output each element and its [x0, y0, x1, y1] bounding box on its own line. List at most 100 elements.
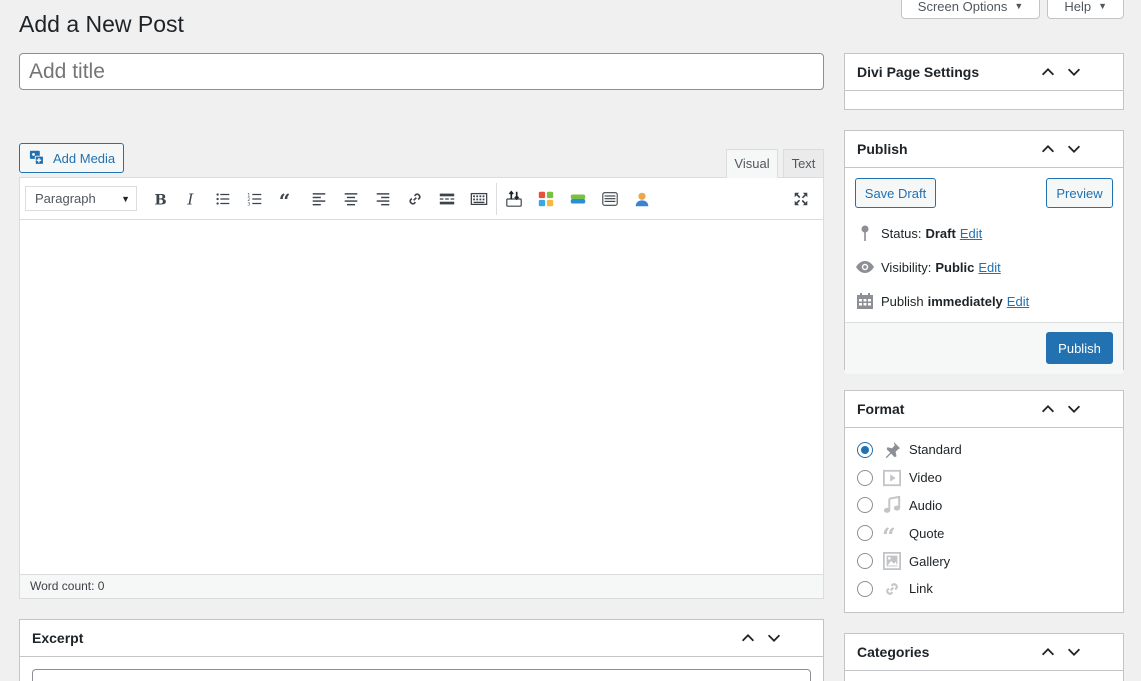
format-label: Standard — [909, 442, 962, 458]
chevron-up-icon[interactable] — [1039, 140, 1057, 158]
chevron-down-icon[interactable] — [1065, 400, 1083, 418]
radio-audio[interactable] — [857, 497, 873, 514]
chevron-up-icon[interactable] — [1039, 643, 1057, 661]
box-controls — [1039, 140, 1083, 158]
screen-meta: Screen Options ▼ Help ▼ — [900, 0, 1124, 19]
divi-page-settings-box: Divi Page Settings — [844, 53, 1124, 110]
excerpt-header[interactable]: Excerpt — [20, 620, 823, 657]
gallery-icon — [882, 551, 902, 571]
schedule-label: Publish — [881, 293, 924, 309]
format-option-gallery[interactable]: Gallery — [857, 547, 1111, 575]
calendar-icon — [855, 291, 875, 311]
tab-visual[interactable]: Visual — [726, 149, 778, 178]
categories-box: Categories — [844, 633, 1124, 681]
format-label: Audio — [909, 497, 943, 513]
categories-header[interactable]: Categories — [845, 634, 1123, 671]
radio-quote[interactable] — [857, 525, 873, 542]
editor-content-area[interactable] — [20, 220, 823, 576]
numbered-list-button[interactable]: 123 — [239, 184, 271, 214]
caret-down-icon: ▼ — [1098, 1, 1107, 11]
edit-visibility-link[interactable]: Edit — [978, 260, 1000, 275]
divi-shortcode-button[interactable] — [498, 184, 530, 214]
bulleted-list-icon — [216, 192, 230, 205]
italic-button[interactable]: I — [175, 184, 207, 214]
add-media-button[interactable]: Add Media — [19, 143, 124, 173]
read-more-button[interactable] — [431, 184, 463, 214]
excerpt-textarea[interactable] — [32, 669, 811, 681]
screen-options-button[interactable]: Screen Options ▼ — [900, 0, 1041, 19]
radio-link[interactable] — [857, 580, 873, 597]
chevron-down-icon[interactable] — [765, 629, 783, 647]
format-label: Quote — [909, 525, 945, 541]
help-button[interactable]: Help ▼ — [1047, 0, 1124, 19]
save-draft-button[interactable]: Save Draft — [855, 178, 936, 208]
numbered-list-icon: 123 — [247, 192, 262, 207]
insert-link-button[interactable] — [399, 184, 431, 214]
svg-text:“: “ — [279, 190, 290, 208]
insert-link-icon — [409, 192, 421, 205]
divi-person-button[interactable] — [626, 184, 658, 214]
chevron-up-icon[interactable] — [739, 629, 757, 647]
publish-button[interactable]: Publish — [1046, 332, 1113, 364]
tab-text[interactable]: Text — [783, 149, 824, 178]
blockquote-button[interactable]: “ — [271, 184, 303, 214]
divi-settings-header[interactable]: Divi Page Settings — [845, 54, 1123, 91]
divi-button-button[interactable] — [562, 184, 594, 214]
bold-button[interactable]: B — [143, 184, 175, 214]
link-icon — [882, 579, 902, 599]
edit-schedule-link[interactable]: Edit — [1007, 294, 1029, 309]
format-option-link[interactable]: Link — [857, 575, 1111, 603]
radio-standard[interactable] — [857, 441, 873, 458]
align-right-button[interactable] — [367, 184, 399, 214]
format-option-standard[interactable]: Standard — [857, 436, 1111, 464]
chevron-down-icon[interactable] — [1065, 643, 1083, 661]
divi-settings-title: Divi Page Settings — [857, 64, 980, 80]
audio-icon — [882, 495, 902, 515]
read-more-icon — [439, 193, 455, 204]
format-options: Standard Video Audio “ Quote Gallery Lin… — [845, 428, 1123, 603]
caret-down-icon: ▼ — [121, 193, 130, 204]
fullscreen-icon — [794, 192, 808, 206]
svg-text:3: 3 — [247, 201, 250, 207]
radio-gallery[interactable] — [857, 553, 873, 570]
chevron-up-icon[interactable] — [1039, 63, 1057, 81]
divi-box-button[interactable] — [594, 184, 626, 214]
bold-icon: B — [155, 191, 167, 208]
visibility-value: Public — [935, 259, 975, 275]
visibility-label: Visibility: — [881, 259, 932, 275]
paragraph-format-select[interactable]: Paragraph ▼ — [25, 186, 137, 211]
caret-down-icon: ▼ — [1014, 1, 1024, 11]
format-option-quote[interactable]: “ Quote — [857, 519, 1111, 547]
status-value: Draft — [925, 225, 956, 241]
screen-options-label: Screen Options — [917, 0, 1008, 14]
align-left-icon — [312, 192, 326, 205]
publish-footer: Publish — [845, 322, 1123, 374]
post-status-row: Status: Draft Edit — [845, 216, 1123, 250]
format-label: Gallery — [909, 553, 951, 569]
edit-status-link[interactable]: Edit — [960, 226, 982, 241]
format-option-audio[interactable]: Audio — [857, 492, 1111, 520]
chevron-up-icon[interactable] — [1039, 400, 1057, 418]
excerpt-box: Excerpt — [19, 619, 824, 681]
format-header[interactable]: Format — [845, 391, 1123, 428]
radio-video[interactable] — [857, 469, 873, 486]
preview-button[interactable]: Preview — [1046, 178, 1113, 208]
toolbar-toggle-button[interactable] — [463, 184, 495, 214]
align-center-button[interactable] — [335, 184, 367, 214]
svg-text:I: I — [186, 190, 194, 208]
chevron-down-icon[interactable] — [1065, 63, 1083, 81]
publish-header[interactable]: Publish — [845, 131, 1123, 168]
bulleted-list-button[interactable] — [207, 184, 239, 214]
align-left-button[interactable] — [303, 184, 335, 214]
format-option-video[interactable]: Video — [857, 464, 1111, 492]
fullscreen-button[interactable] — [785, 184, 817, 214]
divi-box-icon — [602, 191, 618, 206]
divi-layout-button[interactable] — [530, 184, 562, 214]
box-controls — [1039, 643, 1083, 661]
divi-layout-icon — [538, 191, 554, 206]
divi-button-icon — [570, 194, 586, 203]
post-title-input[interactable] — [19, 53, 824, 90]
align-right-icon — [376, 192, 390, 205]
divi-person-icon — [635, 192, 649, 206]
chevron-down-icon[interactable] — [1065, 140, 1083, 158]
